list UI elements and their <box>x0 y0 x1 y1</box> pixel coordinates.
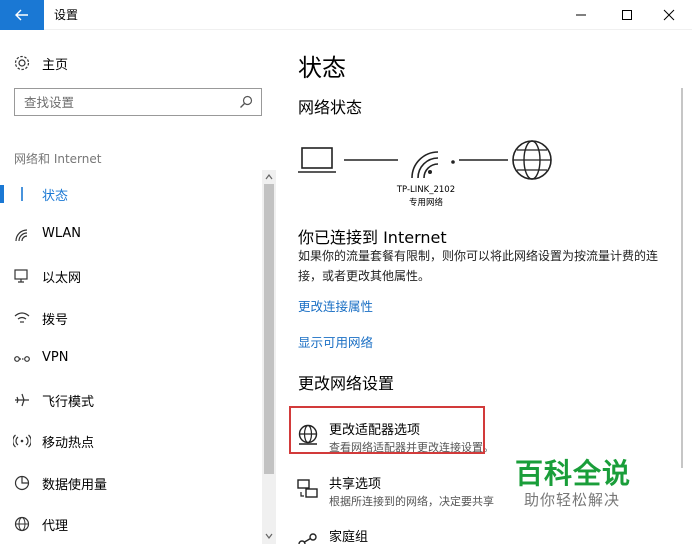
sidebar-item-label: 以太网 <box>42 271 82 286</box>
close-icon <box>663 9 675 21</box>
homegroup-icon <box>298 533 317 544</box>
sidebar-item-hotspot[interactable]: 移动热点 <box>0 423 262 459</box>
sidebar-item-data-usage[interactable]: 数据使用量 <box>0 465 262 501</box>
watermark-title: 百科全说 <box>515 457 632 490</box>
scrollbar-thumb[interactable] <box>264 184 274 474</box>
airplane-icon <box>15 393 29 407</box>
network-name: TP-LINK_2102 <box>396 185 456 195</box>
option-title: 共享选项 <box>329 477 382 492</box>
network-type: 专用网络 <box>408 198 443 208</box>
window-title: 设置 <box>54 8 79 22</box>
sidebar-item-label: 数据使用量 <box>42 478 108 493</box>
option-homegroup[interactable]: 家庭组 <box>296 526 496 544</box>
change-connection-properties-link[interactable]: 更改连接属性 <box>298 296 373 315</box>
option-description: 根据所连接到的网络，决定要共享 <box>329 495 494 508</box>
gear-icon <box>14 55 30 71</box>
highlight-box <box>289 406 485 454</box>
active-indicator <box>0 185 4 203</box>
computer-icon <box>298 147 336 173</box>
globe-icon <box>14 516 30 532</box>
wifi-signal-icon <box>411 151 439 179</box>
watermark-subtitle: 助你轻松解决 <box>524 491 621 509</box>
connected-heading: 你已连接到 Internet <box>298 228 447 247</box>
connected-description: 如果你的流量套餐有限制，则你可以将此网络设置为按流量计费的连接，或者更改其他属性… <box>298 249 659 283</box>
chevron-down-icon[interactable] <box>265 532 273 540</box>
sidebar-item-label: 拨号 <box>42 313 69 328</box>
sidebar-item-label: 代理 <box>42 519 69 534</box>
network-label: TP-LINK_2102 专用网络 <box>386 184 466 210</box>
minimize-button[interactable] <box>558 0 604 30</box>
sidebar-item-label: 状态 <box>42 189 69 204</box>
option-sharing[interactable]: 共享选项 根据所连接到的网络，决定要共享 <box>296 473 496 513</box>
show-available-networks-link[interactable]: 显示可用网络 <box>298 332 373 351</box>
sidebar-item-ethernet[interactable]: 以太网 <box>0 258 262 294</box>
sidebar-item-airplane[interactable]: 飞行模式 <box>0 382 262 418</box>
option-title: 家庭组 <box>329 530 369 544</box>
sidebar-item-proxy[interactable]: 代理 <box>0 506 262 542</box>
status-icon <box>21 187 23 201</box>
change-network-settings-heading: 更改网络设置 <box>298 374 395 393</box>
vpn-icon <box>14 356 30 362</box>
home-label: 主页 <box>42 58 69 73</box>
sidebar-item-label: 飞行模式 <box>42 395 95 410</box>
sidebar: 主页 网络和 Internet 状态 WLAN 以太网 <box>0 30 276 544</box>
back-button[interactable] <box>0 0 44 30</box>
sidebar-item-vpn[interactable]: VPN <box>0 341 262 377</box>
arrow-left-icon <box>15 9 28 21</box>
section-title: 网络和 Internet <box>14 152 102 166</box>
search-icon <box>240 95 253 108</box>
search-input[interactable] <box>24 90 239 114</box>
chevron-up-icon[interactable] <box>265 173 273 181</box>
minimize-icon <box>576 14 586 16</box>
sidebar-scrollbar[interactable] <box>262 170 276 544</box>
maximize-icon <box>622 10 632 20</box>
close-button[interactable] <box>646 0 692 30</box>
dialup-icon <box>14 312 30 323</box>
sidebar-item-wlan[interactable]: WLAN <box>0 217 262 253</box>
search-box[interactable] <box>14 88 262 116</box>
network-status-heading: 网络状态 <box>298 98 363 117</box>
sidebar-item-label: 移动热点 <box>42 436 95 451</box>
main-scrollbar[interactable] <box>681 88 683 468</box>
sidebar-item-dialup[interactable]: 拨号 <box>0 300 262 336</box>
sidebar-home[interactable]: 主页 <box>0 50 262 76</box>
internet-globe-icon <box>512 140 552 180</box>
page-title: 状态 <box>298 54 346 82</box>
data-usage-icon <box>14 475 30 491</box>
ethernet-icon <box>14 269 28 283</box>
wifi-icon <box>15 229 28 242</box>
title-bar: 设置 <box>0 0 692 30</box>
sidebar-item-label: WLAN <box>42 226 82 241</box>
hotspot-icon <box>13 434 31 448</box>
sidebar-item-status[interactable]: 状态 <box>0 176 262 212</box>
sidebar-item-label: VPN <box>42 350 69 365</box>
sharing-icon <box>297 479 318 498</box>
maximize-button[interactable] <box>604 0 650 30</box>
